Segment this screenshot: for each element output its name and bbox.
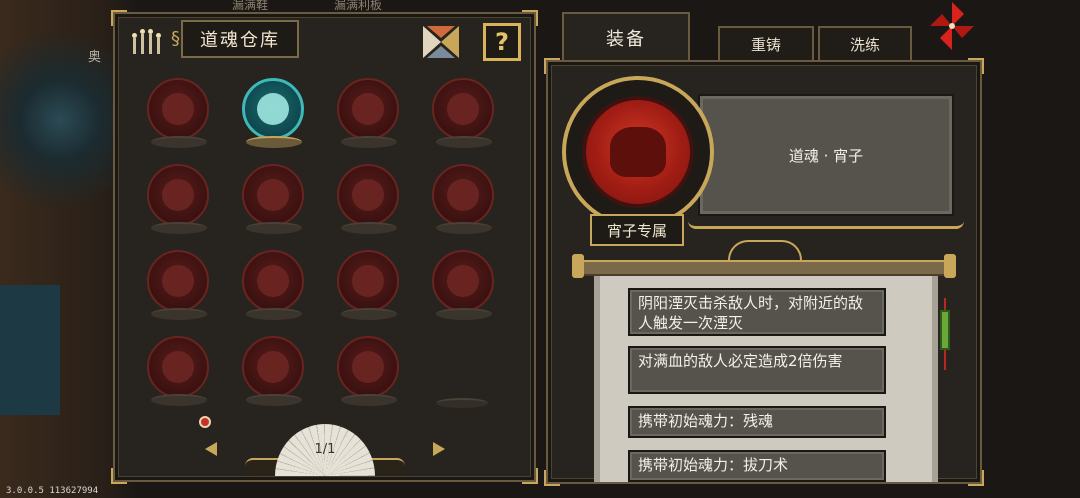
background-scenery xyxy=(0,285,60,415)
equipped-soul-emblem xyxy=(582,96,694,208)
pager: 1/1 xyxy=(205,424,445,480)
soul-slot[interactable] xyxy=(426,160,502,244)
effect-item: 对满血的敌人必定造成2倍伤害 xyxy=(628,346,886,394)
soul-slot[interactable] xyxy=(331,332,407,416)
soul-glyph-icon xyxy=(162,265,194,297)
scroll-ornament xyxy=(728,240,802,260)
soul-slot[interactable] xyxy=(141,74,217,158)
version-label: 3.0.0.5 113627994 xyxy=(6,486,99,496)
soul-slot[interactable] xyxy=(141,332,217,416)
empty-soul-slot[interactable] xyxy=(436,398,488,408)
tab-equip[interactable]: 装备 xyxy=(562,12,690,62)
soul-storage-panel: 道魂仓库 ? 1/1 xyxy=(111,10,538,484)
scroll-knob xyxy=(572,254,584,278)
soul-slot[interactable] xyxy=(331,160,407,244)
soul-glyph-icon xyxy=(162,93,194,125)
effects-scroll[interactable]: 阴阳湮灭击杀敌人时，对附近的敌人触发一次湮灭 对满血的敌人必定造成2倍伤害 携带… xyxy=(594,276,938,482)
effect-item: 携带初始魂力：残魂 xyxy=(628,406,886,438)
scroll-knob xyxy=(944,254,956,278)
soul-glyph-icon xyxy=(162,351,194,383)
soul-slot-equipped[interactable] xyxy=(236,74,312,158)
soul-slot[interactable] xyxy=(236,332,312,416)
effect-item: 携带初始魂力：拔刀术 xyxy=(628,450,886,482)
tangram-icon[interactable] xyxy=(421,24,461,60)
soul-name-box: 道魂 · 宵子 xyxy=(698,94,954,216)
soul-slot[interactable] xyxy=(236,246,312,330)
equipment-panel: 道魂 · 宵子 宵子专属 阴阳湮灭击杀敌人时，对附近的敌人触发一次湮灭 对满血的… xyxy=(544,58,984,486)
soul-glyph-icon xyxy=(352,351,384,383)
soul-glyph-icon xyxy=(257,179,289,211)
soul-glyph-icon xyxy=(447,93,479,125)
next-page-arrow-icon[interactable] xyxy=(433,442,445,456)
soul-slot[interactable] xyxy=(141,160,217,244)
soul-slot[interactable] xyxy=(426,246,502,330)
soul-glyph-icon xyxy=(257,351,289,383)
soul-glyph-icon xyxy=(352,179,384,211)
soul-glyph-icon xyxy=(352,265,384,297)
soul-glyph-icon xyxy=(447,179,479,211)
page-indicator: 1/1 xyxy=(314,442,336,457)
help-button[interactable]: ? xyxy=(483,23,521,61)
soul-glyph-icon xyxy=(162,179,194,211)
soul-name: 道魂 · 宵子 xyxy=(788,146,864,165)
panel-title: 道魂仓库 xyxy=(171,20,299,58)
effect-item: 阴阳湮灭击杀敌人时，对附近的敌人触发一次湮灭 xyxy=(628,288,886,336)
soul-slot[interactable] xyxy=(331,74,407,158)
tab-recast[interactable]: 重铸 xyxy=(718,26,814,62)
soul-glyph-icon xyxy=(257,265,289,297)
pinwheel-close-icon[interactable] xyxy=(928,0,976,52)
tab-refine[interactable]: 洗练 xyxy=(818,26,912,62)
soul-slot[interactable] xyxy=(426,74,502,158)
soul-slot[interactable] xyxy=(141,246,217,330)
soul-slot[interactable] xyxy=(331,246,407,330)
background-label: 奥 xyxy=(88,50,102,65)
soul-glyph-icon xyxy=(352,93,384,125)
exclusive-tag: 宵子专属 xyxy=(590,214,684,246)
ornament-divider xyxy=(688,212,964,229)
beast-glyph-icon xyxy=(610,127,666,177)
jade-tassel-icon xyxy=(940,298,950,370)
soul-slot[interactable] xyxy=(236,160,312,244)
soul-glyph-icon xyxy=(447,265,479,297)
soul-glyph-icon xyxy=(257,93,289,125)
scroll-rod xyxy=(576,260,952,276)
candles-icon xyxy=(131,28,163,54)
equipped-soul-frame[interactable] xyxy=(562,76,714,228)
prev-page-arrow-icon[interactable] xyxy=(205,442,217,456)
